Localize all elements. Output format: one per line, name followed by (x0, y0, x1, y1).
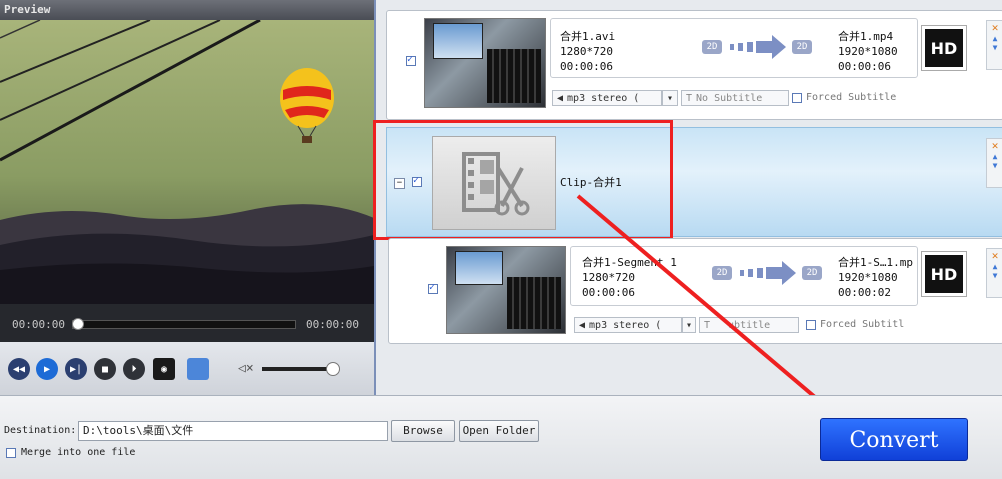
browse-button[interactable]: Browse (391, 420, 455, 442)
merge-option[interactable]: Merge into one file (6, 447, 135, 458)
destination-input[interactable]: D:\tools\桌面\文件 (78, 421, 388, 441)
merge-checkbox[interactable] (6, 447, 16, 458)
destination-label: Destination: (4, 425, 77, 436)
merge-label: Merge into one file (21, 447, 136, 458)
convert-button[interactable]: Convert (820, 418, 968, 461)
open-folder-button[interactable]: Open Folder (459, 420, 539, 442)
